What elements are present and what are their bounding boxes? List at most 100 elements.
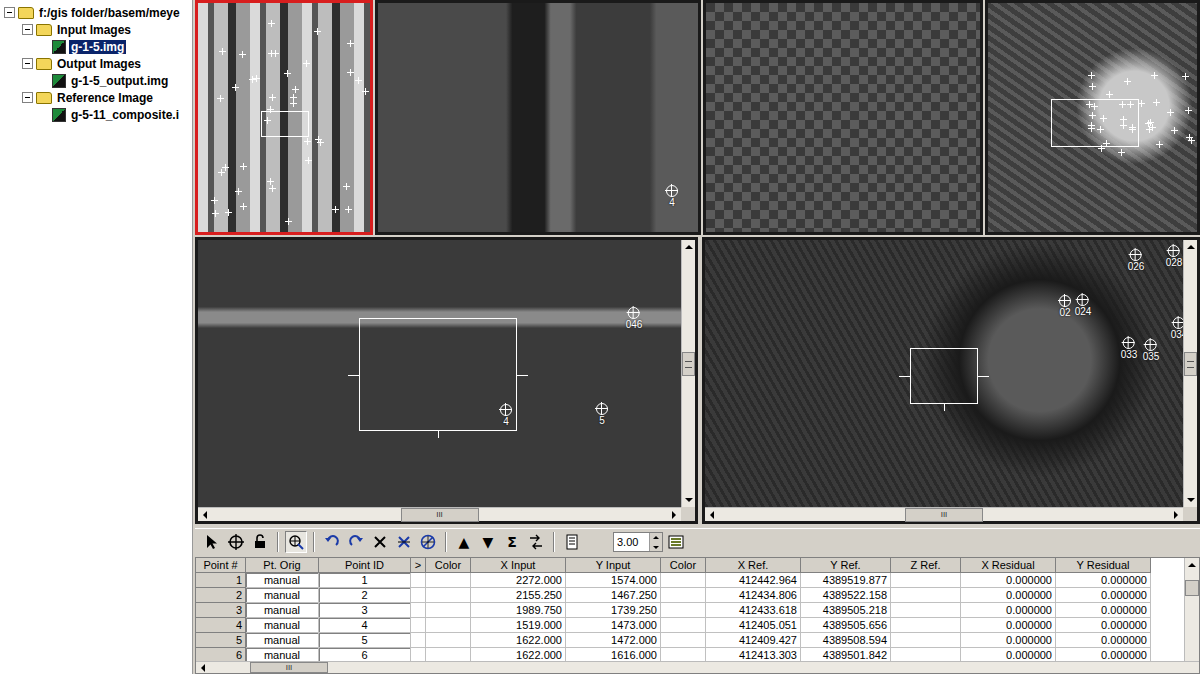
gcp-marker[interactable]: 5	[596, 403, 608, 426]
swap-button[interactable]	[525, 531, 547, 553]
table-cell[interactable]: manual	[246, 633, 319, 648]
rotl-button[interactable]	[321, 531, 343, 553]
table-row[interactable]: 3manual31989.7501739.250412433.618438950…	[196, 603, 1184, 618]
gcp-marker[interactable]: 026	[1128, 249, 1145, 272]
scroll-thumb[interactable]: III	[250, 662, 328, 673]
table-cell[interactable]: 0.000000	[961, 633, 1056, 648]
horizontal-scrollbar[interactable]: III	[196, 661, 1199, 673]
nosym-button[interactable]	[417, 531, 439, 553]
table-cell[interactable]: 0.000000	[961, 648, 1056, 661]
rotr-button[interactable]	[345, 531, 367, 553]
table-cell[interactable]: 0.000000	[1056, 573, 1151, 588]
scroll-down-icon[interactable]	[1184, 493, 1198, 507]
table-cell[interactable]: 4	[319, 618, 411, 633]
table-cell[interactable]: 1616.000	[566, 648, 661, 661]
table-cell[interactable]	[426, 618, 471, 633]
vertical-scrollbar[interactable]	[1184, 558, 1199, 661]
table-cell[interactable]	[426, 588, 471, 603]
gcp-marker[interactable]: 046	[626, 307, 643, 330]
chip-viewer[interactable]	[703, 0, 983, 235]
tree-image-item[interactable]: g-1-5.img	[0, 38, 192, 55]
table-cell[interactable]: 0.000000	[1056, 618, 1151, 633]
column-header[interactable]: Z Ref.	[891, 558, 961, 573]
column-header[interactable]: Pt. Orig	[246, 558, 319, 573]
table-cell[interactable]: 0.000000	[1056, 588, 1151, 603]
scroll-right-icon[interactable]	[1169, 508, 1183, 522]
column-header[interactable]: Color	[426, 558, 471, 573]
table-cell[interactable]: manual	[246, 648, 319, 661]
image-canvas[interactable]: 02602802024033035034	[705, 240, 1183, 507]
horizontal-scrollbar[interactable]: III	[198, 507, 681, 521]
table-cell[interactable]	[426, 603, 471, 618]
table-cell[interactable]: 4389522.158	[801, 588, 891, 603]
table-cell[interactable]: 3	[319, 603, 411, 618]
table-cell[interactable]: 2	[196, 588, 246, 603]
column-header[interactable]: X Ref.	[706, 558, 801, 573]
color-ramp-button[interactable]	[665, 531, 687, 553]
column-header[interactable]: Y Residual	[1056, 558, 1151, 573]
column-header[interactable]: Point #	[196, 558, 246, 573]
scroll-thumb[interactable]	[682, 352, 695, 376]
image-canvas[interactable]: 046 4 5	[198, 240, 681, 507]
scroll-left-icon[interactable]	[198, 508, 212, 522]
scroll-down-icon[interactable]	[682, 493, 696, 507]
table-cell[interactable]: 412434.806	[706, 588, 801, 603]
scroll-thumb[interactable]	[1185, 580, 1199, 596]
table-row[interactable]: 2manual22155.2501467.250412434.806438952…	[196, 588, 1184, 603]
gcp-marker[interactable]: 4	[500, 404, 512, 427]
symbol-size-spinner[interactable]: 3.00	[613, 532, 663, 552]
gcp-button[interactable]	[225, 531, 247, 553]
table-cell[interactable]	[891, 618, 961, 633]
table-cell[interactable]	[411, 588, 426, 603]
table-cell[interactable]: 412409.427	[706, 633, 801, 648]
table-cell[interactable]: 3	[196, 603, 246, 618]
table-cell[interactable]: 0.000000	[961, 573, 1056, 588]
table-cell[interactable]	[411, 633, 426, 648]
gcp-marker[interactable]: 024	[1075, 294, 1092, 317]
table-cell[interactable]: 6	[319, 648, 411, 661]
link-box[interactable]	[1051, 99, 1139, 147]
table-row[interactable]: 5manual51622.0001472.000412409.427438950…	[196, 633, 1184, 648]
tree-group[interactable]: Input Images	[0, 21, 192, 38]
link-box[interactable]	[359, 318, 517, 431]
link-box[interactable]	[261, 111, 309, 137]
vertical-scrollbar[interactable]	[1183, 240, 1197, 507]
tree-group[interactable]: Reference Image	[0, 89, 192, 106]
table-cell[interactable]: 412413.303	[706, 648, 801, 661]
scroll-up-icon[interactable]	[1185, 558, 1199, 572]
table-cell[interactable]	[411, 648, 426, 661]
table-cell[interactable]	[426, 633, 471, 648]
table-cell[interactable]: 4389519.877	[801, 573, 891, 588]
table-cell[interactable]	[661, 603, 706, 618]
table-cell[interactable]: 0.000000	[1056, 603, 1151, 618]
gcp-marker[interactable]: 033	[1121, 337, 1138, 360]
table-cell[interactable]	[891, 588, 961, 603]
scroll-up-icon[interactable]	[682, 240, 696, 254]
scroll-thumb[interactable]: III	[905, 508, 983, 522]
table-cell[interactable]: 1	[319, 573, 411, 588]
gcp-marker[interactable]: 034	[1171, 317, 1183, 340]
column-header[interactable]: Y Ref.	[801, 558, 891, 573]
toolbar-button[interactable]: Σ	[501, 531, 523, 553]
table-cell[interactable]	[891, 648, 961, 661]
toolbar-button[interactable]: ▼	[477, 531, 499, 553]
calc-button[interactable]	[285, 531, 307, 553]
gcp-marker[interactable]: 035	[1143, 339, 1160, 362]
column-header[interactable]: X Input	[471, 558, 566, 573]
table-cell[interactable]: 4389508.594	[801, 633, 891, 648]
link-box[interactable]	[910, 348, 978, 404]
horizontal-scrollbar[interactable]: III	[705, 507, 1183, 521]
table-cell[interactable]: 5	[196, 633, 246, 648]
table-cell[interactable]: 1519.000	[471, 618, 566, 633]
table-cell[interactable]: 4	[196, 618, 246, 633]
table-cell[interactable]: 1622.000	[471, 633, 566, 648]
collapse-icon[interactable]	[4, 7, 15, 18]
table-cell[interactable]: 1473.000	[566, 618, 661, 633]
table-cell[interactable]	[426, 573, 471, 588]
table-cell[interactable]: 1574.000	[566, 573, 661, 588]
table-cell[interactable]: 2	[319, 588, 411, 603]
table-row[interactable]: 4manual41519.0001473.000412405.051438950…	[196, 618, 1184, 633]
table-cell[interactable]: 4389505.218	[801, 603, 891, 618]
scroll-thumb[interactable]: III	[401, 508, 479, 522]
collapse-icon[interactable]	[22, 92, 33, 103]
